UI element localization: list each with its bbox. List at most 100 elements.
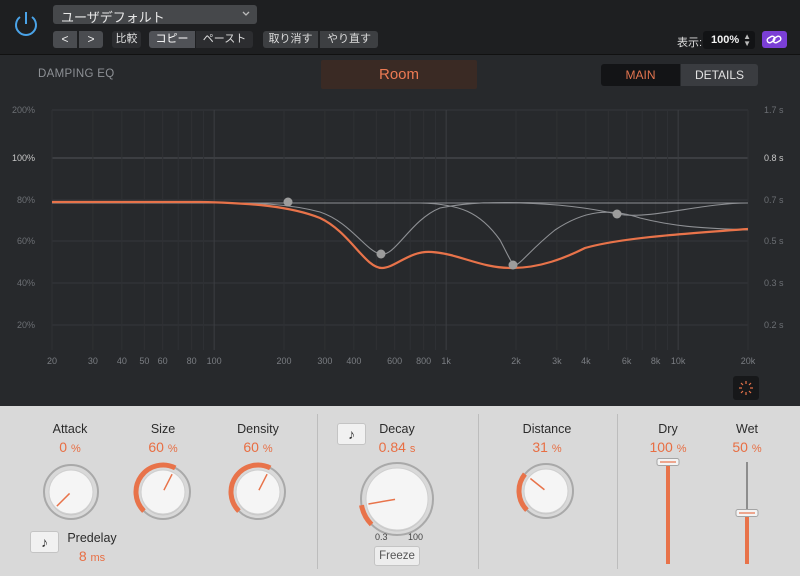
wet-value: 50 %	[732, 439, 762, 455]
attack-value: 0 %	[59, 439, 81, 455]
predelay-label: Predelay	[67, 531, 117, 545]
decay-label: Decay	[379, 422, 415, 436]
frequency-tick-label: 50	[139, 356, 149, 366]
wet-label: Wet	[736, 422, 758, 436]
tab-details[interactable]: DETAILS	[681, 64, 758, 86]
decay-time-tick-label: 0.8 s	[764, 153, 784, 163]
density-label: Density	[237, 422, 279, 436]
predelay-value[interactable]: 8 ms	[47, 548, 137, 564]
decay-time-tick-label: 0.3 s	[764, 278, 784, 288]
decay-time-tick-label: 0.7 s	[764, 195, 784, 205]
decay-time-tick-label: 1.7 s	[764, 105, 784, 115]
wet-slider[interactable]	[735, 458, 759, 566]
eq-node-mid-low[interactable]	[376, 249, 386, 259]
analyzer-icon	[739, 381, 753, 395]
size-knob[interactable]	[133, 462, 193, 522]
undo-button[interactable]: 取り消す	[263, 31, 318, 48]
frequency-tick-label: 3k	[552, 356, 562, 366]
dry-slider[interactable]	[656, 458, 680, 566]
frequency-tick-label: 20k	[741, 356, 756, 366]
level-tick-label: 40%	[17, 278, 35, 288]
compare-button[interactable]: 比較	[112, 31, 141, 48]
decay-value: 0.84 s	[378, 439, 416, 455]
eq-band-curve	[52, 202, 749, 216]
eq-node-high[interactable]	[612, 209, 622, 219]
plugin-header: ユーザデフォルト < > 比較 コピー ペースト 取り消す やり直す 表示: 1…	[0, 0, 800, 55]
reverb-plugin-window: ユーザデフォルト < > 比較 コピー ペースト 取り消す やり直す 表示: 1…	[0, 0, 800, 576]
frequency-tick-label: 60	[158, 356, 168, 366]
level-tick-label: 200%	[12, 105, 35, 115]
frequency-tick-label: 8k	[651, 356, 661, 366]
knob-face	[140, 469, 186, 515]
eq-node-mid-high[interactable]	[508, 260, 518, 270]
freeze-button[interactable]: Freeze	[374, 546, 420, 566]
size-value: 60 %	[148, 439, 178, 455]
decay-scale-min: 0.3	[375, 532, 388, 542]
level-tick-label: 20%	[17, 320, 35, 330]
eq-node-low[interactable]	[283, 197, 293, 207]
size-label: Size	[150, 422, 176, 436]
eq-band-curve	[52, 201, 748, 255]
frequency-tick-label: 30	[88, 356, 98, 366]
divider	[317, 414, 318, 569]
level-tick-label: 60%	[17, 236, 35, 246]
knob-face	[523, 468, 569, 514]
paste-button[interactable]: ペースト	[196, 31, 253, 48]
density-knob[interactable]	[228, 462, 288, 522]
damping-eq-panel: DAMPING EQ Room MAIN DETAILS 200% 1.7 s 10…	[0, 55, 800, 406]
density-value: 60 %	[243, 439, 273, 455]
level-tick-label: 80%	[17, 195, 35, 205]
knob-face	[365, 467, 429, 531]
preset-menu[interactable]: ユーザデフォルト	[53, 5, 257, 25]
frequency-tick-label: 1k	[441, 356, 451, 366]
copy-button[interactable]: コピー	[149, 31, 195, 48]
analyzer-button[interactable]	[733, 376, 759, 400]
divider	[478, 414, 479, 569]
frequency-tick-label: 2k	[511, 356, 521, 366]
distance-value: 31 %	[532, 439, 562, 455]
room-type-button[interactable]: Room	[321, 60, 477, 89]
chevron-down-icon	[242, 11, 250, 16]
frequency-tick-label: 300	[317, 356, 332, 366]
zoom-label: 表示:	[677, 37, 703, 49]
frequency-tick-label: 800	[416, 356, 431, 366]
preset-name: ユーザデフォルト	[61, 10, 165, 25]
knob-face	[235, 469, 281, 515]
next-preset-button[interactable]: >	[79, 31, 103, 48]
previous-preset-button[interactable]: <	[53, 31, 77, 48]
frequency-tick-label: 400	[346, 356, 361, 366]
decay-knob[interactable]	[358, 460, 436, 538]
zoom-value: 100%	[711, 34, 740, 46]
link-button[interactable]	[762, 31, 787, 48]
frequency-tick-label: 40	[117, 356, 127, 366]
frequency-tick-label: 20	[47, 356, 57, 366]
frequency-tick-label: 80	[187, 356, 197, 366]
frequency-tick-label: 4k	[581, 356, 591, 366]
divider	[617, 414, 618, 569]
eq-band-curve	[52, 202, 749, 266]
frequency-tick-label: 10k	[671, 356, 686, 366]
decay-time-tick-label: 0.2 s	[764, 320, 784, 330]
link-icon	[766, 35, 782, 44]
eq-graph[interactable]: 200% 1.7 s 100% 0.8 s 80% 0.7 s 60% 0.5 s 40% 0.3…	[0, 100, 800, 375]
attack-label: Attack	[52, 422, 88, 436]
frequency-tick-label: 6k	[622, 356, 632, 366]
dry-label: Dry	[658, 422, 678, 436]
tab-main[interactable]: MAIN	[601, 64, 680, 86]
frequency-tick-label: 600	[387, 356, 402, 366]
reverb-controls-panel: Attack 0 % Size 60 % Density 60 % ♪ Pred…	[0, 406, 800, 576]
level-tick-label: 100%	[12, 153, 35, 163]
dry-value: 100 %	[649, 439, 687, 455]
stepper-icon: ▲ ▼	[743, 32, 751, 48]
distance-knob[interactable]	[516, 461, 576, 521]
frequency-tick-label: 100	[207, 356, 222, 366]
redo-button[interactable]: やり直す	[320, 31, 378, 48]
frequency-tick-label: 200	[276, 356, 291, 366]
eq-section-label: DAMPING EQ	[38, 68, 115, 80]
distance-label: Distance	[522, 422, 572, 436]
eq-response-curve	[52, 200, 749, 270]
power-icon[interactable]	[11, 9, 41, 39]
zoom-select[interactable]: 100% ▲ ▼	[703, 31, 755, 49]
attack-knob[interactable]	[41, 462, 101, 522]
knob-face	[48, 469, 94, 515]
